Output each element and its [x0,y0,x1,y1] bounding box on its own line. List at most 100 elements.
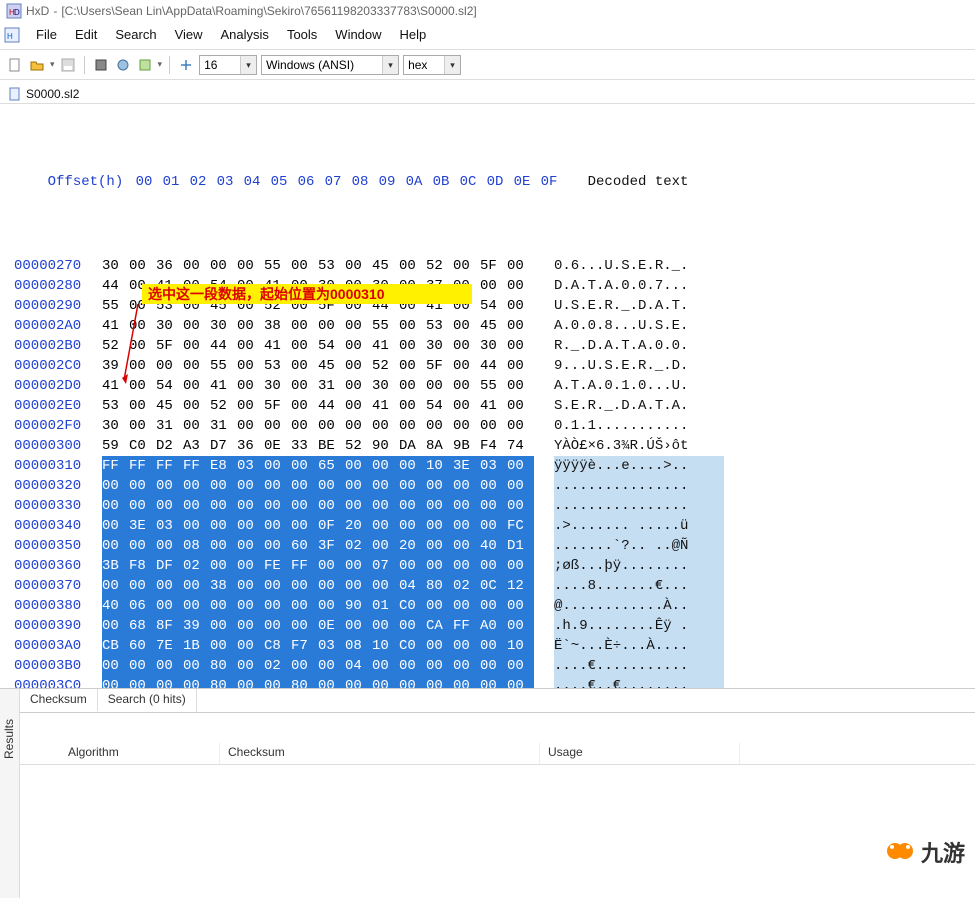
hex-byte[interactable]: 00 [183,416,210,436]
hex-byte[interactable]: 00 [507,616,534,636]
tab-search[interactable]: Search (0 hits) [98,689,197,712]
hex-byte[interactable]: CA [426,616,453,636]
results-side-tab[interactable]: Results [0,689,20,898]
hex-byte[interactable]: 52 [102,336,129,356]
hex-byte[interactable]: 00 [399,656,426,676]
hex-byte[interactable]: 00 [372,536,399,556]
hex-byte[interactable]: FF [156,456,183,476]
hex-byte[interactable]: CB [102,636,129,656]
hex-byte[interactable]: 00 [345,616,372,636]
hex-byte[interactable]: 04 [345,656,372,676]
hex-byte[interactable]: 30 [102,256,129,276]
hex-byte[interactable]: 00 [210,616,237,636]
hex-byte[interactable]: DA [399,436,426,456]
hex-byte[interactable]: 45 [156,396,183,416]
hex-byte[interactable]: 00 [237,636,264,656]
hex-byte[interactable]: 00 [264,596,291,616]
hex-row[interactable]: 000003804006000000000000009001C000000000… [14,596,965,616]
decoded-text[interactable]: ;øß...þÿ........ [554,556,724,576]
hex-byte[interactable]: FF [129,456,156,476]
chevron-down-icon[interactable]: ▾ [382,56,398,74]
hex-byte[interactable]: 00 [453,596,480,616]
hex-byte[interactable]: 00 [372,496,399,516]
hex-byte[interactable]: 54 [156,376,183,396]
hex-byte[interactable]: 00 [426,516,453,536]
hex-byte[interactable]: C8 [264,636,291,656]
hex-byte[interactable]: 39 [183,616,210,636]
hex-byte[interactable]: 00 [237,536,264,556]
hex-row[interactable]: 000002A041003000300038000000550053004500… [14,316,965,336]
hex-byte[interactable]: 44 [318,396,345,416]
hex-byte[interactable]: 3F [318,536,345,556]
decoded-text[interactable]: .h.9........Êÿ . [554,616,724,636]
hex-byte[interactable]: 40 [102,596,129,616]
hex-byte[interactable]: 00 [264,616,291,636]
menu-analysis[interactable]: Analysis [213,24,277,45]
hex-byte[interactable]: A3 [183,436,210,456]
hex-byte[interactable]: 65 [318,456,345,476]
hex-byte[interactable]: 30 [264,376,291,396]
hex-byte[interactable]: 00 [453,636,480,656]
hex-byte[interactable]: 10 [426,456,453,476]
hex-byte[interactable]: 00 [453,496,480,516]
hex-row[interactable]: 000002F030003100310000000000000000000000… [14,416,965,436]
hex-byte[interactable]: 52 [426,256,453,276]
hex-byte[interactable]: 3E [129,516,156,536]
hex-byte[interactable]: 00 [183,256,210,276]
menu-window[interactable]: Window [327,24,389,45]
hex-byte[interactable]: 44 [102,276,129,296]
hex-byte[interactable]: 00 [399,316,426,336]
hex-byte[interactable]: 00 [237,476,264,496]
hex-byte[interactable]: 00 [210,496,237,516]
hex-byte[interactable]: 00 [291,576,318,596]
hex-byte[interactable]: 00 [264,516,291,536]
hex-byte[interactable]: 00 [318,416,345,436]
hex-byte[interactable]: 07 [372,556,399,576]
hex-byte[interactable]: 00 [237,256,264,276]
hex-byte[interactable]: 00 [156,596,183,616]
hex-byte[interactable]: 00 [399,496,426,516]
hex-byte[interactable]: 00 [453,516,480,536]
hex-byte[interactable]: C0 [399,636,426,656]
hex-byte[interactable]: 00 [129,416,156,436]
hex-byte[interactable]: 00 [102,576,129,596]
hex-byte[interactable]: 00 [291,616,318,636]
hex-byte[interactable]: 00 [237,516,264,536]
hex-byte[interactable]: 00 [318,316,345,336]
hex-byte[interactable]: 00 [102,516,129,536]
hex-byte[interactable]: 00 [156,476,183,496]
hex-byte[interactable]: 30 [426,336,453,356]
hex-byte[interactable]: 00 [264,496,291,516]
hex-row[interactable]: 0000039000688F39000000000E000000CAFFA000… [14,616,965,636]
hex-byte[interactable]: 80 [426,576,453,596]
hex-byte[interactable]: 00 [399,416,426,436]
hex-byte[interactable]: 00 [507,456,534,476]
hex-byte[interactable]: 53 [318,256,345,276]
hex-byte[interactable]: FF [291,556,318,576]
decoded-text[interactable]: ....€........... [554,656,724,676]
hex-byte[interactable]: 00 [372,616,399,636]
hex-byte[interactable]: 00 [291,256,318,276]
encoding-input[interactable] [262,57,382,73]
menu-help[interactable]: Help [392,24,435,45]
hex-byte[interactable]: 41 [372,396,399,416]
hex-byte[interactable]: 00 [426,596,453,616]
hex-byte[interactable]: C0 [129,436,156,456]
hex-byte[interactable]: 00 [129,656,156,676]
hex-byte[interactable]: 00 [345,456,372,476]
hex-byte[interactable]: 90 [372,436,399,456]
hex-byte[interactable]: 00 [453,336,480,356]
hex-row[interactable]: 000002E05300450052005F004400410054004100… [14,396,965,416]
hex-byte[interactable]: 00 [291,416,318,436]
hex-byte[interactable]: 52 [345,436,372,456]
hex-byte[interactable]: 00 [264,536,291,556]
hex-byte[interactable]: 00 [507,656,534,676]
hex-byte[interactable]: 00 [345,316,372,336]
hex-byte[interactable]: 00 [507,296,534,316]
hex-byte[interactable]: 00 [183,516,210,536]
hex-byte[interactable]: 55 [210,356,237,376]
hex-byte[interactable]: 30 [210,316,237,336]
hex-byte[interactable]: 00 [453,416,480,436]
hex-byte[interactable]: 53 [102,396,129,416]
hex-byte[interactable]: 00 [318,496,345,516]
